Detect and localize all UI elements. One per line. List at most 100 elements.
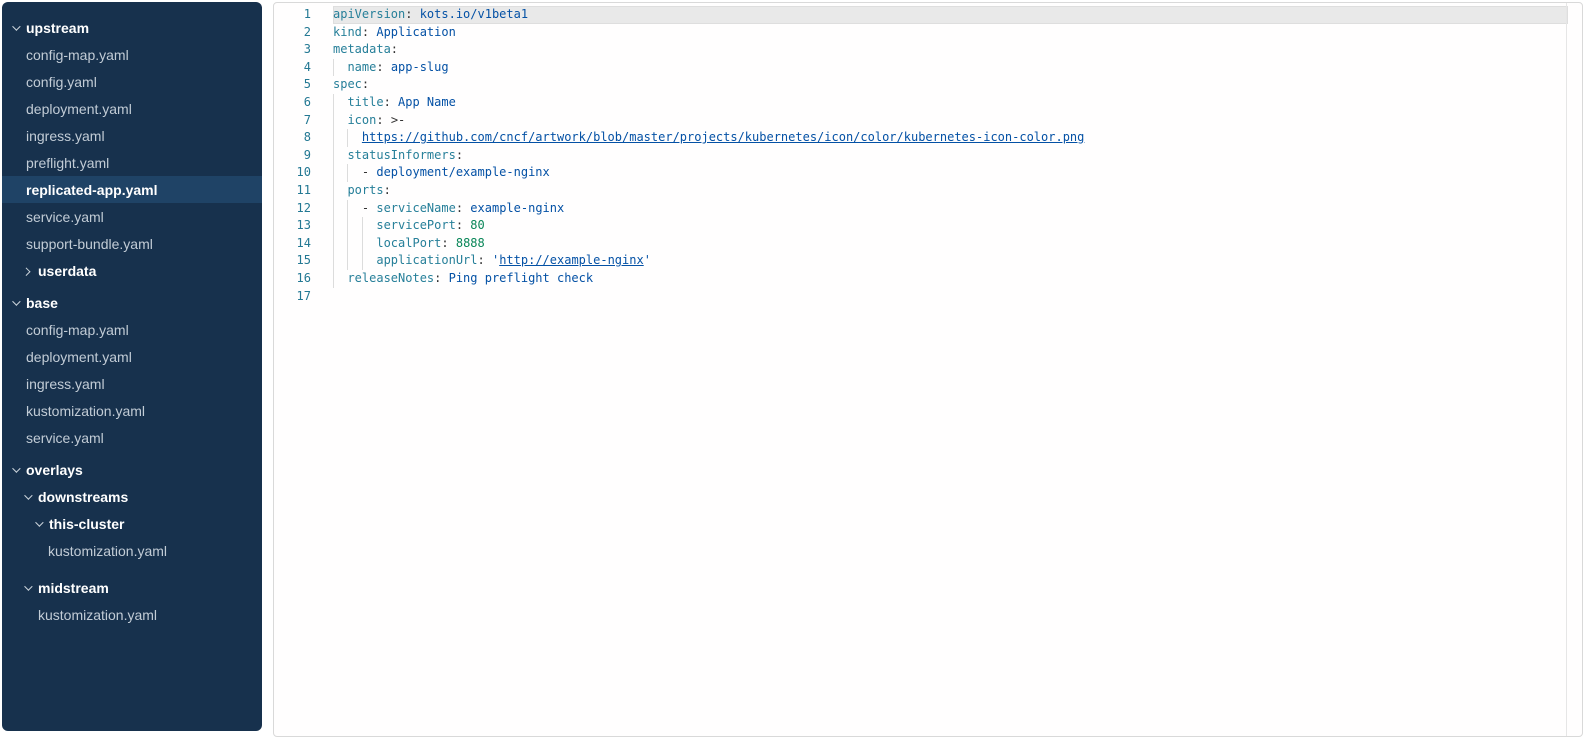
line-number[interactable]: 5 [274,76,311,94]
indent-guide [333,59,334,77]
tree-item-this-cluster[interactable]: this-cluster [2,510,262,537]
code-line[interactable]: 7 icon: >- [274,112,1582,130]
line-number[interactable]: 1 [274,6,311,24]
tree-item-config-map-yaml[interactable]: config-map.yaml [2,316,262,343]
tree-item-deployment-yaml[interactable]: deployment.yaml [2,343,262,370]
code-line[interactable]: 12 - serviceName: example-nginx [274,200,1582,218]
indent-guide [333,112,334,130]
code-line-content: ports: [333,182,1568,200]
indent-guide [333,164,334,182]
indent-guide [347,164,348,182]
line-number[interactable]: 6 [274,94,311,112]
tree-item-ingress-yaml[interactable]: ingress.yaml [2,122,262,149]
line-number[interactable]: 14 [274,235,311,253]
line-number[interactable]: 10 [274,164,311,182]
tree-item-label: ingress.yaml [26,128,105,144]
tree-item-midstream[interactable]: midstream [2,574,262,601]
code-line[interactable]: 8 https://github.com/cncf/artwork/blob/m… [274,129,1582,147]
code-line[interactable]: 2kind: Application [274,24,1582,42]
code-token: servicePort [376,218,455,232]
line-number[interactable]: 15 [274,252,311,270]
tree-item-label: service.yaml [26,209,104,225]
code-token [333,113,347,127]
indent-guide [347,235,348,253]
chevron-down-icon [12,300,26,306]
line-number[interactable]: 17 [274,288,311,306]
tree-item-userdata[interactable]: userdata [2,257,262,284]
code-token: name [347,60,376,74]
code-line[interactable]: 13 servicePort: 80 [274,217,1582,235]
code-token: applicationUrl [376,253,477,267]
tree-item-preflight-yaml[interactable]: preflight.yaml [2,149,262,176]
code-line[interactable]: 14 localPort: 8888 [274,235,1582,253]
indent-guide [333,129,334,147]
code-token: ports [347,183,383,197]
tree-item-deployment-yaml[interactable]: deployment.yaml [2,95,262,122]
code-token [333,236,376,250]
tree-item-base[interactable]: base [2,289,262,316]
code-link[interactable]: https://github.com/cncf/artwork/blob/mas… [362,130,1084,144]
tree-item-label: kustomization.yaml [38,607,157,623]
code-line-content: applicationUrl: 'http://example-nginx' [333,252,1568,270]
code-line[interactable]: 10 - deployment/example-nginx [274,164,1582,182]
tree-item-label: ingress.yaml [26,376,105,392]
indent-guide [362,235,363,253]
code-token: : [376,60,390,74]
code-link[interactable]: http://example-nginx [499,253,644,267]
indent-guide [333,252,334,270]
tree-item-ingress-yaml[interactable]: ingress.yaml [2,370,262,397]
tree-item-overlays[interactable]: overlays [2,456,262,483]
code-token: : [362,77,369,91]
code-line[interactable]: 16 releaseNotes: Ping preflight check [274,270,1582,288]
code-line[interactable]: 6 title: App Name [274,94,1582,112]
indent-guide [333,270,334,288]
code-token: : [441,236,455,250]
code-line[interactable]: 3metadata: [274,41,1582,59]
line-number[interactable]: 12 [274,200,311,218]
tree-item-config-yaml[interactable]: config.yaml [2,68,262,95]
tree-item-label: kustomization.yaml [48,543,167,559]
code-line[interactable]: 15 applicationUrl: 'http://example-nginx… [274,252,1582,270]
code-line[interactable]: 9 statusInformers: [274,147,1582,165]
tree-item-kustomization-yaml[interactable]: kustomization.yaml [2,397,262,424]
tree-item-replicated-app-yaml[interactable]: replicated-app.yaml [2,176,262,203]
code-editor[interactable]: 1apiVersion: kots.io/v1beta12kind: Appli… [274,3,1582,305]
code-token: example-nginx [470,201,564,215]
editor-panel[interactable]: 1apiVersion: kots.io/v1beta12kind: Appli… [273,2,1583,737]
code-token: : [456,201,470,215]
code-token [333,60,347,74]
tree-item-support-bundle-yaml[interactable]: support-bundle.yaml [2,230,262,257]
code-token: app-slug [391,60,449,74]
tree-item-downstreams[interactable]: downstreams [2,483,262,510]
line-number[interactable]: 7 [274,112,311,130]
line-number[interactable]: 8 [274,129,311,147]
tree-item-service-yaml[interactable]: service.yaml [2,203,262,230]
tree-item-upstream[interactable]: upstream [2,14,262,41]
code-token [333,271,347,285]
tree-item-kustomization-yaml[interactable]: kustomization.yaml [2,601,262,628]
line-number[interactable]: 13 [274,217,311,235]
code-line[interactable]: 1apiVersion: kots.io/v1beta1 [274,6,1582,24]
code-line[interactable]: 4 name: app-slug [274,59,1582,77]
code-token: - [362,165,376,179]
indent-guide [333,147,334,165]
code-line[interactable]: 5spec: [274,76,1582,94]
chevron-down-icon [24,494,38,500]
code-line[interactable]: 17 [274,288,1582,306]
tree-item-config-map-yaml[interactable]: config-map.yaml [2,41,262,68]
line-number[interactable]: 16 [274,270,311,288]
tree-item-label: preflight.yaml [26,155,109,171]
line-number[interactable]: 11 [274,182,311,200]
indent-guide [333,235,334,253]
line-number[interactable]: 2 [274,24,311,42]
code-line[interactable]: 11 ports: [274,182,1582,200]
line-number[interactable]: 3 [274,41,311,59]
tree-item-service-yaml[interactable]: service.yaml [2,424,262,451]
code-token: kind [333,25,362,39]
code-token: apiVersion [333,7,405,21]
tree-item-kustomization-yaml[interactable]: kustomization.yaml [2,537,262,564]
tree-item-label: userdata [38,263,96,279]
line-number[interactable]: 9 [274,147,311,165]
tree-item-label: this-cluster [49,516,124,532]
line-number[interactable]: 4 [274,59,311,77]
